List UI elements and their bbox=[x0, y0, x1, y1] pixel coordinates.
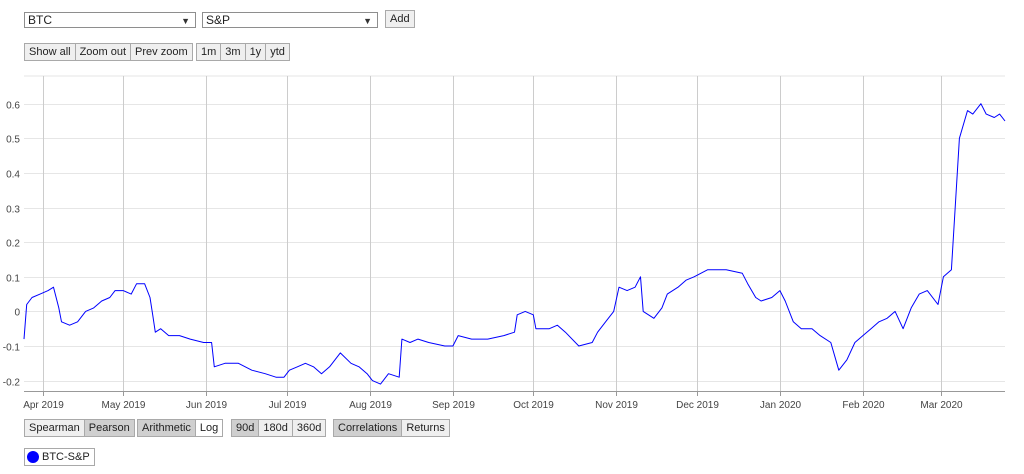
window-360d-button[interactable]: 360d bbox=[292, 420, 326, 436]
x-tick-label: Sep 2019 bbox=[432, 400, 475, 411]
correlations-button[interactable]: Correlations bbox=[334, 420, 403, 436]
returns-button[interactable]: Returns bbox=[402, 420, 449, 436]
legend-label: BTC-S&P bbox=[42, 451, 90, 463]
y-axis: -0.2 -0.1 0 0.1 0.2 0.3 0.4 0.5 0.6 bbox=[3, 101, 21, 389]
x-tick-label: Jul 2019 bbox=[269, 400, 307, 411]
series-layer bbox=[23, 103, 1006, 385]
x-tick-label: Dec 2019 bbox=[676, 400, 719, 411]
x-tick-label: Feb 2020 bbox=[842, 400, 885, 411]
y-tick-label: -0.1 bbox=[3, 343, 21, 354]
x-tick-label: Mar 2020 bbox=[920, 400, 963, 411]
y-tick-label: 0.3 bbox=[6, 205, 20, 216]
chart-grid bbox=[24, 75, 1005, 391]
y-tick-label: -0.2 bbox=[3, 378, 21, 389]
x-tick-label: Apr 2019 bbox=[23, 400, 64, 411]
scale-button-group: Arithmetic Log bbox=[137, 419, 224, 437]
y-tick-label: 0.1 bbox=[6, 274, 20, 285]
window-button-group: 90d 180d 360d bbox=[231, 419, 327, 437]
arithmetic-button[interactable]: Arithmetic bbox=[138, 420, 196, 436]
correlation-chart[interactable]: -0.2 -0.1 0 0.1 0.2 0.3 0.4 0.5 0.6 Apr 2019 May … bbox=[0, 0, 1024, 420]
window-180d-button[interactable]: 180d bbox=[259, 420, 293, 436]
y-tick-label: 0.2 bbox=[6, 239, 20, 250]
series-color-dot bbox=[27, 451, 39, 463]
legend[interactable]: BTC-S&P bbox=[24, 448, 95, 466]
y-tick-label: 0.5 bbox=[6, 135, 20, 146]
spearman-button[interactable]: Spearman bbox=[25, 420, 85, 436]
method-button-group: Spearman Pearson bbox=[24, 419, 135, 437]
x-tick-label: Aug 2019 bbox=[349, 400, 392, 411]
x-tick-label: May 2019 bbox=[102, 400, 146, 411]
x-tick-label: Jun 2019 bbox=[186, 400, 228, 411]
view-button-group: Correlations Returns bbox=[333, 419, 450, 437]
series-line-btc-sp bbox=[23, 103, 1006, 385]
y-tick-label: 0.6 bbox=[6, 101, 20, 112]
pearson-button[interactable]: Pearson bbox=[84, 420, 134, 436]
x-tick-label: Oct 2019 bbox=[513, 400, 554, 411]
log-button[interactable]: Log bbox=[195, 420, 223, 436]
y-tick-label: 0 bbox=[14, 308, 20, 319]
y-tick-label: 0.4 bbox=[6, 170, 20, 181]
x-tick-label: Jan 2020 bbox=[760, 400, 802, 411]
window-90d-button[interactable]: 90d bbox=[232, 420, 260, 436]
x-tick-label: Nov 2019 bbox=[595, 400, 638, 411]
x-axis: Apr 2019 May 2019 Jun 2019 Jul 2019 Aug 2019… bbox=[23, 391, 1005, 411]
